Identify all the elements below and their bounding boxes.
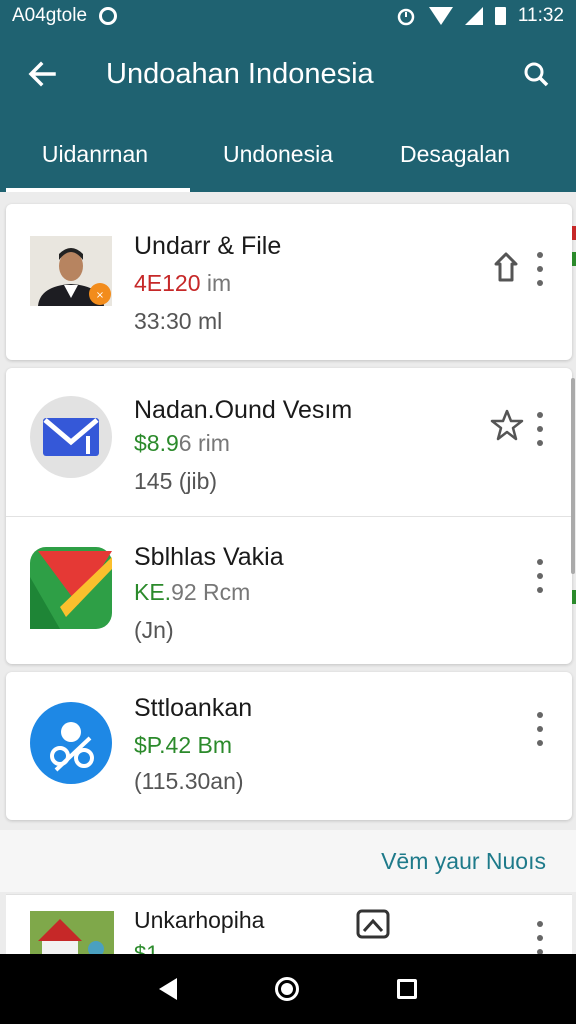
item-detail: (Jn) [134,617,174,643]
list-item[interactable]: × Undarr & File 4E120 im 33:30 ml [6,204,572,360]
battery-icon [494,7,506,25]
item-name: Unkarhopiha [134,907,265,933]
item-price: KE.92 Rcm [134,579,250,606]
nav-back-icon[interactable] [159,978,177,1000]
item-price-unit: 6 rim [178,430,230,456]
item-price-unit: im [200,270,232,296]
wifi-icon [428,7,453,25]
app-bar: Undoahan Indonesia [0,32,576,116]
percent-app-icon [30,702,112,784]
view-more-section: Vēm yaur Nuoıs [0,830,576,892]
item-detail: (115.30an) [134,768,244,794]
item-card: × Undarr & File 4E120 im 33:30 ml [6,204,572,360]
status-bar: A04gtole 11:32 [0,0,576,32]
more-options-icon[interactable] [536,559,544,593]
list-item[interactable]: Sblhlas Vakia KE.92 Rcm (Jn) [6,516,572,664]
view-more-link[interactable]: Vēm yaur Nuoıs [381,848,546,875]
tab-bar: Uidanrnan Undonesia Desagalan [0,116,576,192]
item-name: Nadan.Ound Vesım [134,396,353,424]
item-price-value: KE. [134,579,172,605]
nav-home-icon[interactable] [275,977,299,1001]
item-price-value: 4E120 [134,270,201,296]
item-card: Nadan.Ound Vesım $8.96 rim 145 (jib) Sbl… [6,368,572,664]
tab-desagalan[interactable]: Desagalan [366,116,544,192]
svg-text:×: × [96,290,104,301]
clock: 11:32 [517,5,564,26]
scrollbar[interactable] [571,378,575,574]
tab-undonesia[interactable]: Undonesia [190,116,366,192]
mail-app-icon [30,396,112,478]
item-price-unit: 92 Rcm [171,579,251,605]
edge-marker [572,252,576,266]
item-price: 4E120 im [134,270,231,297]
house-thumbnail [30,911,114,954]
item-detail: 33:30 ml [134,308,223,334]
item-price: $8.96 rim [134,430,230,457]
share-icon[interactable] [492,250,520,284]
search-icon[interactable] [514,52,558,96]
list-item[interactable]: Sttloankan $P.42 Bm (115.30an) [6,672,572,820]
notification-icon [99,7,118,25]
maps-app-icon [30,547,112,629]
more-options-icon[interactable] [536,712,544,746]
edge-marker [572,590,576,604]
profile-photo: × [30,236,112,306]
signal-icon [464,7,483,25]
edge-marker [572,226,576,240]
tab-uidanrnan[interactable]: Uidanrnan [0,116,190,192]
item-detail: 145 (jib) [134,468,218,494]
more-options-icon[interactable] [536,252,544,286]
back-arrow-icon[interactable] [14,46,70,102]
more-options-icon[interactable] [536,412,544,446]
system-nav-bar [0,954,576,1024]
carrier-label: A04gtole [12,5,88,26]
list-item[interactable]: Nadan.Ound Vesım $8.96 rim 145 (jib) [6,368,572,516]
item-name: Undarr & File [134,232,282,260]
alarm-icon [397,8,415,26]
item-name: Sttloankan [134,694,253,722]
nav-recents-icon[interactable] [397,979,417,999]
item-price-value: $8.9 [134,430,179,456]
item-price-value: $1 [134,941,159,954]
list-item[interactable]: Unkarhopiha $1 [6,894,572,954]
item-card: Sttloankan $P.42 Bm (115.30an) [6,672,572,820]
image-icon[interactable] [356,909,390,939]
star-icon[interactable] [490,408,524,442]
item-price: $P.42 Bm [134,732,232,759]
page-title: Undoahan Indonesia [106,57,374,90]
item-name: Sblhlas Vakia [134,543,284,571]
status-icons: 11:32 [395,5,564,27]
item-price-value: $P.42 Bm [134,732,233,758]
more-options-icon[interactable] [536,921,544,954]
